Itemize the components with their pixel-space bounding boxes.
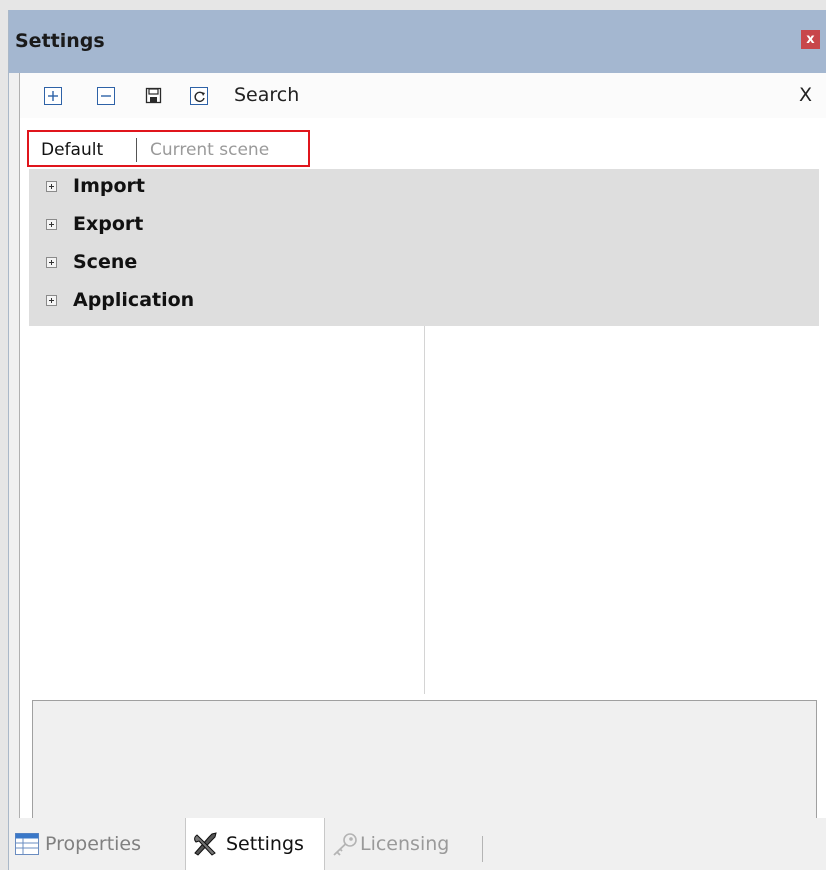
settings-window: Settings x Search X Default Current scen… [8,10,826,870]
tab-divider [136,138,137,162]
properties-table-icon [15,833,39,859]
reset-icon[interactable] [190,87,208,105]
tab-settings[interactable]: Settings [185,818,325,870]
property-value-column[interactable] [425,326,819,694]
settings-tree: Import Export Scene Application [29,169,819,326]
expand-toggle-icon[interactable] [46,219,57,230]
settings-tools-icon [191,831,221,861]
tree-item-application[interactable]: Application [29,283,819,321]
tree-item-import[interactable]: Import [29,169,819,207]
search-input[interactable]: Search [234,84,299,106]
description-panel [32,700,817,823]
tab-licensing[interactable]: Licensing [327,818,487,870]
tab-separator [482,836,483,862]
close-icon[interactable]: x [801,30,820,49]
save-icon[interactable] [145,87,163,105]
tab-label: Properties [45,833,142,855]
bottom-tab-bar: Properties Settings Licensing [9,818,826,870]
expand-toggle-icon[interactable] [46,257,57,268]
licensing-key-icon [331,832,359,862]
tree-item-label: Import [73,175,145,197]
title-bar: Settings x [9,10,826,73]
tree-item-label: Application [73,289,195,311]
clear-search-button[interactable]: X [799,84,812,106]
tab-default[interactable]: Default [41,140,103,160]
property-name-column[interactable] [29,326,425,694]
expand-toggle-icon[interactable] [46,181,57,192]
settings-scope-tabs: Default Current scene [27,130,310,167]
tab-current-scene[interactable]: Current scene [150,140,269,160]
expand-toggle-icon[interactable] [46,295,57,306]
tree-item-label: Scene [73,251,138,273]
expand-all-icon[interactable] [44,87,62,105]
tab-label: Settings [226,833,304,855]
toolbar: Search X [20,73,826,118]
tab-properties[interactable]: Properties [9,818,177,870]
tab-label: Licensing [360,833,450,855]
close-glyph: x [806,32,815,47]
collapse-all-icon[interactable] [97,87,115,105]
window-title: Settings [15,30,105,52]
tree-item-label: Export [73,213,144,235]
settings-content: Search X Default Current scene Import Ex… [19,73,826,823]
tree-item-scene[interactable]: Scene [29,245,819,283]
tree-item-export[interactable]: Export [29,207,819,245]
